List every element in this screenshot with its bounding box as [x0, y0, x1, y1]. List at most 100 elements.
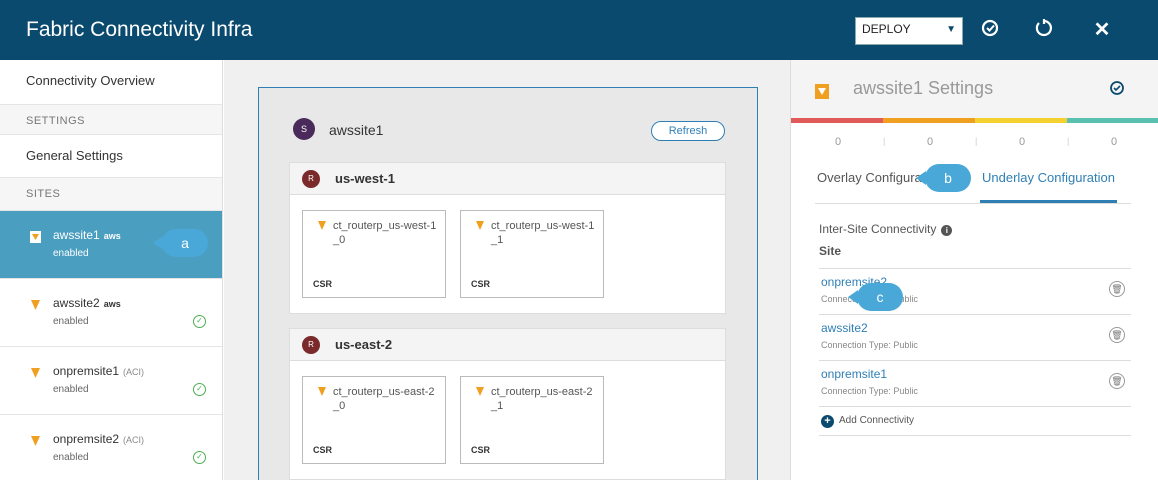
shield-icon [318, 221, 326, 230]
shield-icon [30, 231, 41, 243]
region-name: us-west-1 [335, 171, 395, 186]
region-badge: R [302, 170, 320, 188]
site-name: onpremsite1 (ACI) [53, 364, 144, 378]
site-name: awssite1 aws [53, 228, 121, 242]
aws-tag: aws [103, 299, 121, 309]
sidebar-item-general-settings[interactable]: General Settings [0, 135, 222, 178]
site-status: enabled [53, 316, 89, 327]
check-circle-icon: ✓ [193, 451, 206, 464]
trash-icon[interactable]: 🗑 [1109, 281, 1125, 297]
refresh-button[interactable]: Refresh [651, 121, 725, 141]
trash-icon[interactable]: 🗑 [1109, 327, 1125, 343]
router-name: ct_routerp_us-east-2_0 [333, 386, 435, 412]
count-minor: 0 [1019, 136, 1026, 148]
separator: | [1067, 136, 1070, 146]
plus-icon: + [821, 415, 834, 428]
region-header: R us-east-2 [290, 329, 725, 361]
shield-icon [31, 368, 40, 378]
sidebar: Connectivity Overview SETTINGS General S… [0, 60, 223, 480]
separator: | [975, 136, 978, 146]
add-connectivity-label: Add Connectivity [839, 415, 915, 426]
settings-header: awssite1 Settings [791, 60, 1158, 118]
reload-icon[interactable] [1032, 18, 1056, 42]
separator: | [883, 136, 886, 146]
region-badge: R [302, 336, 320, 354]
aci-tag: (ACI) [123, 435, 145, 445]
site-name-label: onpremsite1 [53, 364, 120, 378]
sidebar-item-connectivity-overview[interactable]: Connectivity Overview [0, 60, 222, 105]
tab-overlay-configuration[interactable]: Overlay Configura [817, 170, 922, 185]
trash-icon[interactable]: 🗑 [1109, 373, 1125, 389]
region-card: R us-west-1 ct_routerp_us-west-1_0 CSR c… [289, 162, 726, 314]
site-name-label: awssite2 [53, 296, 100, 310]
check-circle-icon: ✓ [193, 383, 206, 396]
close-icon[interactable]: ✕ [1090, 18, 1114, 42]
config-tabs: Overlay Configura Underlay Configuration… [815, 164, 1131, 204]
sync-icon[interactable] [978, 18, 1002, 42]
site-name-label: onpremsite2 [53, 432, 120, 446]
router-card[interactable]: ct_routerp_us-west-1_0 CSR [302, 210, 446, 298]
site-canvas: S awssite1 Refresh R us-west-1 ct_router… [258, 87, 758, 480]
router-card[interactable]: ct_routerp_us-east-2_1 CSR [460, 376, 604, 464]
router-type: CSR [313, 279, 333, 289]
check-circle-icon: ✓ [193, 315, 206, 328]
connection-type: Connection Type: Public [821, 340, 918, 350]
aws-tag: aws [103, 231, 121, 241]
router-name: ct_routerp_us-east-2_1 [491, 386, 593, 412]
shield-icon [318, 387, 326, 396]
settings-panel: awssite1 Settings 0 | 0 | 0 | 0 Overlay … [790, 60, 1158, 480]
count-major: 0 [927, 136, 934, 148]
shield-icon [31, 300, 40, 310]
canvas-site-name: awssite1 [329, 122, 384, 138]
sidebar-heading-sites: SITES [0, 178, 222, 211]
site-badge: S [293, 118, 315, 140]
mode-select-value: DEPLOY [862, 22, 911, 36]
shield-icon [815, 84, 829, 99]
sidebar-item-onpremsite1[interactable]: onpremsite1 (ACI) enabled ✓ [0, 347, 222, 415]
tab-underlay-configuration[interactable]: Underlay Configuration [982, 170, 1115, 185]
site-status: enabled [53, 248, 89, 259]
site-name-label: awssite1 [53, 228, 100, 242]
chevron-down-icon: ▼ [946, 24, 956, 35]
inter-site-label-text: Inter-Site Connectivity [819, 222, 937, 236]
callout-b: b [916, 164, 971, 192]
router-type: CSR [313, 445, 333, 455]
router-type: CSR [471, 445, 491, 455]
site-column-header: Site [819, 244, 842, 258]
router-card[interactable]: ct_routerp_us-east-2_0 CSR [302, 376, 446, 464]
header-bar: Fabric Connectivity Infra DEPLOY ▼ ✕ [0, 0, 1158, 60]
region-header: R us-west-1 [290, 163, 725, 195]
aci-tag: (ACI) [123, 367, 145, 377]
connection-site-link[interactable]: onpremsite1 [821, 367, 887, 381]
count-critical: 0 [835, 136, 842, 148]
sidebar-heading-settings: SETTINGS [0, 105, 222, 135]
list-item: awssite2 Connection Type: Public 🗑 [819, 314, 1131, 360]
sidebar-item-awssite1[interactable]: awssite1 aws enabled a [0, 211, 222, 279]
callout-c: c [848, 283, 903, 311]
router-type: CSR [471, 279, 491, 289]
topology-area: S awssite1 Refresh R us-west-1 ct_router… [224, 60, 790, 480]
active-tab-indicator [980, 200, 1117, 203]
list-item: onpremsite2 Connection Type: Public 🗑 c [819, 268, 1131, 314]
mode-select[interactable]: DEPLOY ▼ [855, 17, 963, 45]
region-name: us-east-2 [335, 337, 393, 352]
shield-icon [31, 436, 40, 446]
router-name: ct_routerp_us-west-1_1 [491, 220, 595, 246]
info-icon[interactable]: i [941, 225, 953, 236]
shield-icon [476, 221, 484, 230]
connection-site-link[interactable]: awssite2 [821, 321, 868, 335]
router-name: ct_routerp_us-west-1_0 [333, 220, 437, 246]
sidebar-item-awssite2[interactable]: awssite2 aws enabled ✓ [0, 279, 222, 347]
inter-site-connectivity-label: Inter-Site Connectivity i [819, 222, 953, 236]
shield-icon [476, 387, 484, 396]
connection-type: Connection Type: Public [821, 386, 918, 396]
sync-icon[interactable] [1109, 80, 1125, 101]
router-card[interactable]: ct_routerp_us-west-1_1 CSR [460, 210, 604, 298]
settings-title: awssite1 Settings [853, 78, 994, 98]
site-name: onpremsite2 (ACI) [53, 432, 144, 446]
sidebar-item-onpremsite2[interactable]: onpremsite2 (ACI) enabled ✓ [0, 415, 222, 480]
callout-a: a [153, 229, 208, 257]
status-color-bar [791, 118, 1158, 123]
site-name: awssite2 aws [53, 296, 121, 310]
add-connectivity-button[interactable]: + Add Connectivity [819, 406, 1131, 436]
